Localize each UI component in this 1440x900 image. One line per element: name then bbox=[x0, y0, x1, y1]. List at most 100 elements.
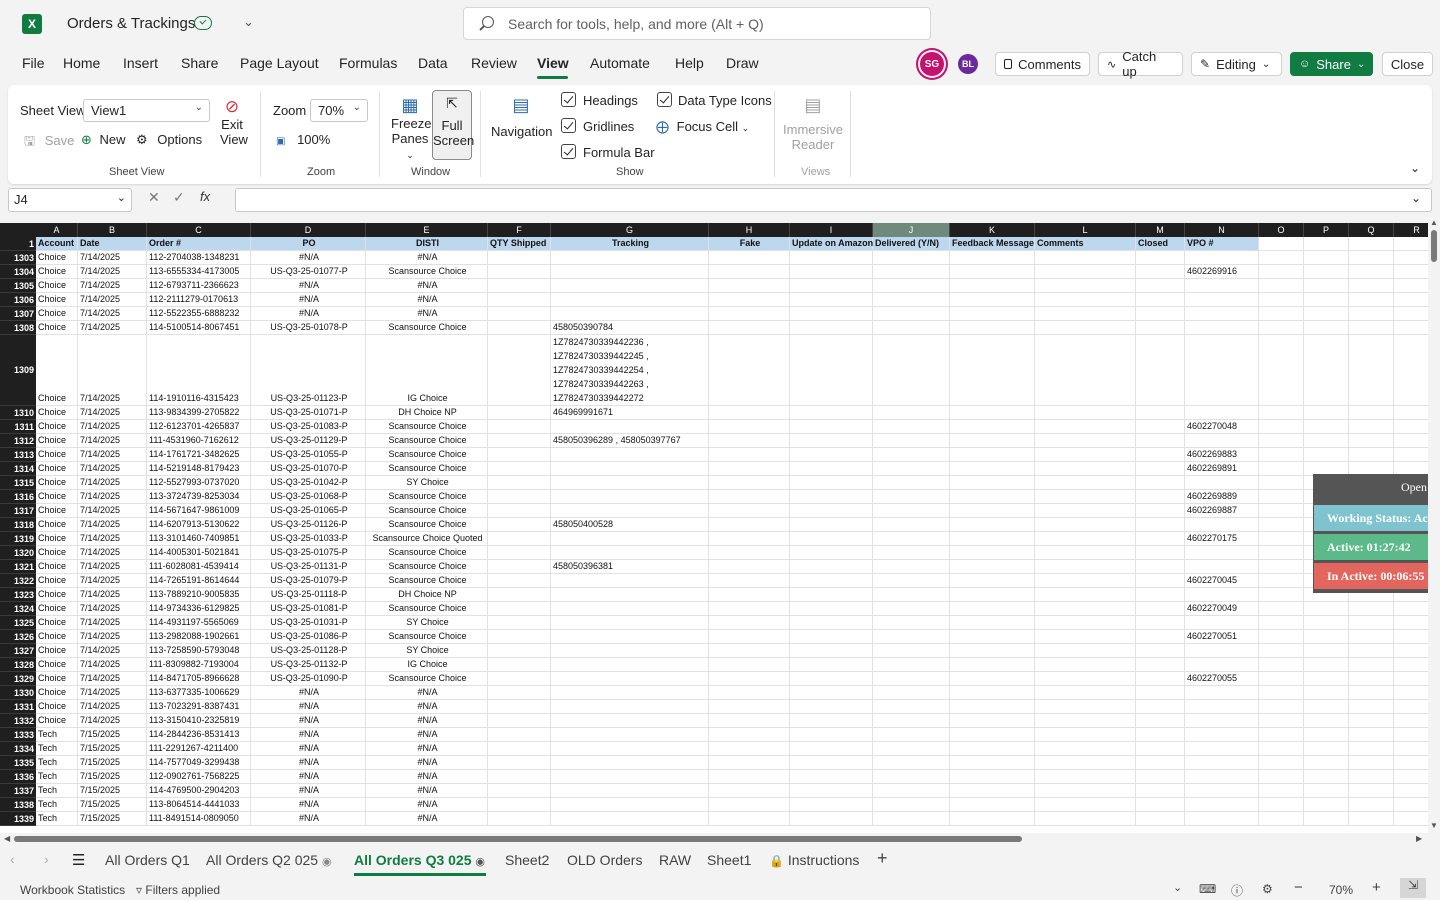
table-cell[interactable]: SY Choice bbox=[366, 644, 488, 658]
table-cell[interactable]: 111-6028081-4539414 bbox=[147, 560, 251, 574]
table-cell[interactable]: 114-6207913-5130622 bbox=[147, 518, 251, 532]
table-cell[interactable]: US-Q3-25-01090-P bbox=[251, 672, 366, 686]
sheet-tab[interactable]: All Orders Q1 bbox=[105, 852, 190, 868]
table-cell[interactable] bbox=[488, 770, 551, 784]
table-cell[interactable]: 112-6793711-2366623 bbox=[147, 279, 251, 293]
table-cell[interactable] bbox=[1185, 812, 1259, 826]
row-header[interactable]: 1312 bbox=[0, 434, 36, 448]
row-header[interactable]: 1311 bbox=[0, 420, 36, 434]
row-header[interactable]: 1321 bbox=[0, 560, 36, 574]
workbook-statistics-button[interactable]: Workbook Statistics bbox=[20, 883, 125, 897]
table-cell[interactable] bbox=[1349, 420, 1394, 434]
table-cell[interactable] bbox=[790, 420, 873, 434]
table-cell[interactable] bbox=[1035, 742, 1136, 756]
table-cell[interactable] bbox=[1185, 560, 1259, 574]
table-cell[interactable] bbox=[1304, 700, 1349, 714]
table-cell[interactable] bbox=[1349, 770, 1394, 784]
table-cell[interactable] bbox=[790, 518, 873, 532]
table-cell[interactable] bbox=[873, 518, 950, 532]
table-cell[interactable] bbox=[488, 490, 551, 504]
formula-bar-checkbox[interactable] bbox=[561, 144, 576, 159]
table-cell[interactable] bbox=[1035, 406, 1136, 420]
table-cell[interactable]: Choice bbox=[36, 321, 78, 335]
table-cell[interactable] bbox=[1185, 644, 1259, 658]
table-cell[interactable] bbox=[873, 490, 950, 504]
select-all-corner[interactable] bbox=[0, 223, 36, 237]
table-cell[interactable]: Choice bbox=[36, 406, 78, 420]
table-cell[interactable]: #N/A bbox=[251, 293, 366, 307]
table-cell[interactable]: Choice bbox=[36, 518, 78, 532]
table-cell[interactable] bbox=[1304, 784, 1349, 798]
table-cell[interactable] bbox=[1304, 770, 1349, 784]
table-cell[interactable] bbox=[950, 307, 1035, 321]
table-cell[interactable] bbox=[1349, 265, 1394, 279]
table-cell[interactable]: SY Choice bbox=[366, 616, 488, 630]
table-cell[interactable]: US-Q3-25-01086-P bbox=[251, 630, 366, 644]
table-cell[interactable] bbox=[1349, 448, 1394, 462]
row-header[interactable]: 1303 bbox=[0, 251, 36, 265]
table-cell[interactable]: 458050400528 bbox=[551, 518, 709, 532]
table-cell[interactable] bbox=[1035, 560, 1136, 574]
table-cell[interactable]: #N/A bbox=[251, 728, 366, 742]
table-cell[interactable] bbox=[709, 812, 790, 826]
table-cell[interactable] bbox=[1035, 518, 1136, 532]
table-cell[interactable] bbox=[790, 630, 873, 644]
row-header[interactable]: 1326 bbox=[0, 630, 36, 644]
table-cell[interactable]: 7/14/2025 bbox=[78, 672, 147, 686]
chevron-down-icon[interactable]: ⌄ bbox=[243, 14, 254, 30]
table-cell[interactable]: Scansource Choice bbox=[366, 518, 488, 532]
table-cell[interactable] bbox=[1185, 307, 1259, 321]
share-button[interactable]: ☺ Share ⌄ bbox=[1290, 52, 1373, 76]
row-header[interactable]: 1318 bbox=[0, 518, 36, 532]
table-cell[interactable] bbox=[1035, 265, 1136, 279]
table-cell[interactable] bbox=[1035, 686, 1136, 700]
table-cell[interactable] bbox=[1035, 714, 1136, 728]
row-header[interactable]: 1329 bbox=[0, 672, 36, 686]
table-cell[interactable] bbox=[950, 321, 1035, 335]
row-header[interactable]: 1333 bbox=[0, 728, 36, 742]
table-cell[interactable]: 4602270055 bbox=[1185, 672, 1259, 686]
new-view-button[interactable]: ⊕ New bbox=[81, 132, 126, 148]
table-cell[interactable] bbox=[1136, 293, 1185, 307]
table-cell[interactable]: Scansource Choice bbox=[366, 321, 488, 335]
table-cell[interactable] bbox=[1136, 532, 1185, 546]
data-type-icons-checkbox[interactable] bbox=[657, 92, 672, 107]
table-cell[interactable] bbox=[1304, 265, 1349, 279]
table-cell[interactable] bbox=[488, 574, 551, 588]
search-box[interactable]: Search for tools, help, and more (Alt + … bbox=[463, 7, 931, 40]
table-cell[interactable]: #N/A bbox=[366, 756, 488, 770]
table-cell[interactable] bbox=[1259, 756, 1304, 770]
table-cell[interactable]: US-Q3-25-01078-P bbox=[251, 321, 366, 335]
table-cell[interactable] bbox=[790, 784, 873, 798]
table-cell[interactable]: 112-5522355-6888232 bbox=[147, 307, 251, 321]
table-cell[interactable] bbox=[1259, 644, 1304, 658]
table-cell[interactable] bbox=[1304, 448, 1349, 462]
table-cell[interactable] bbox=[551, 672, 709, 686]
table-cell[interactable] bbox=[950, 504, 1035, 518]
zoom-100-button[interactable]: ▣ 100% bbox=[276, 132, 330, 147]
row-header[interactable]: 1339 bbox=[0, 812, 36, 826]
table-cell[interactable]: Choice bbox=[36, 251, 78, 265]
table-cell[interactable] bbox=[1136, 560, 1185, 574]
row-header[interactable]: 1322 bbox=[0, 574, 36, 588]
column-title-cell[interactable]: DISTI bbox=[366, 237, 488, 251]
table-cell[interactable] bbox=[488, 420, 551, 434]
column-title-cell[interactable]: Order # bbox=[147, 237, 251, 251]
table-cell[interactable] bbox=[1394, 714, 1428, 728]
column-title-cell[interactable]: Tracking bbox=[551, 237, 709, 251]
table-cell[interactable]: Tech bbox=[36, 728, 78, 742]
table-cell[interactable]: 111-4531960-7162612 bbox=[147, 434, 251, 448]
table-cell[interactable] bbox=[873, 714, 950, 728]
table-cell[interactable] bbox=[551, 504, 709, 518]
table-cell[interactable] bbox=[709, 518, 790, 532]
table-cell[interactable]: US-Q3-25-01132-P bbox=[251, 658, 366, 672]
table-cell[interactable] bbox=[1349, 293, 1394, 307]
column-title-cell[interactable]: QTY Shipped bbox=[488, 237, 551, 251]
table-cell[interactable] bbox=[551, 770, 709, 784]
headings-checkbox[interactable] bbox=[561, 92, 576, 107]
table-cell[interactable] bbox=[1304, 420, 1349, 434]
column-title-cell[interactable]: Update on Amazon bbox=[790, 237, 873, 251]
table-cell[interactable] bbox=[1136, 714, 1185, 728]
name-box[interactable]: J4 ⌄ bbox=[8, 188, 132, 212]
menu-formulas[interactable]: Formulas bbox=[337, 55, 399, 71]
